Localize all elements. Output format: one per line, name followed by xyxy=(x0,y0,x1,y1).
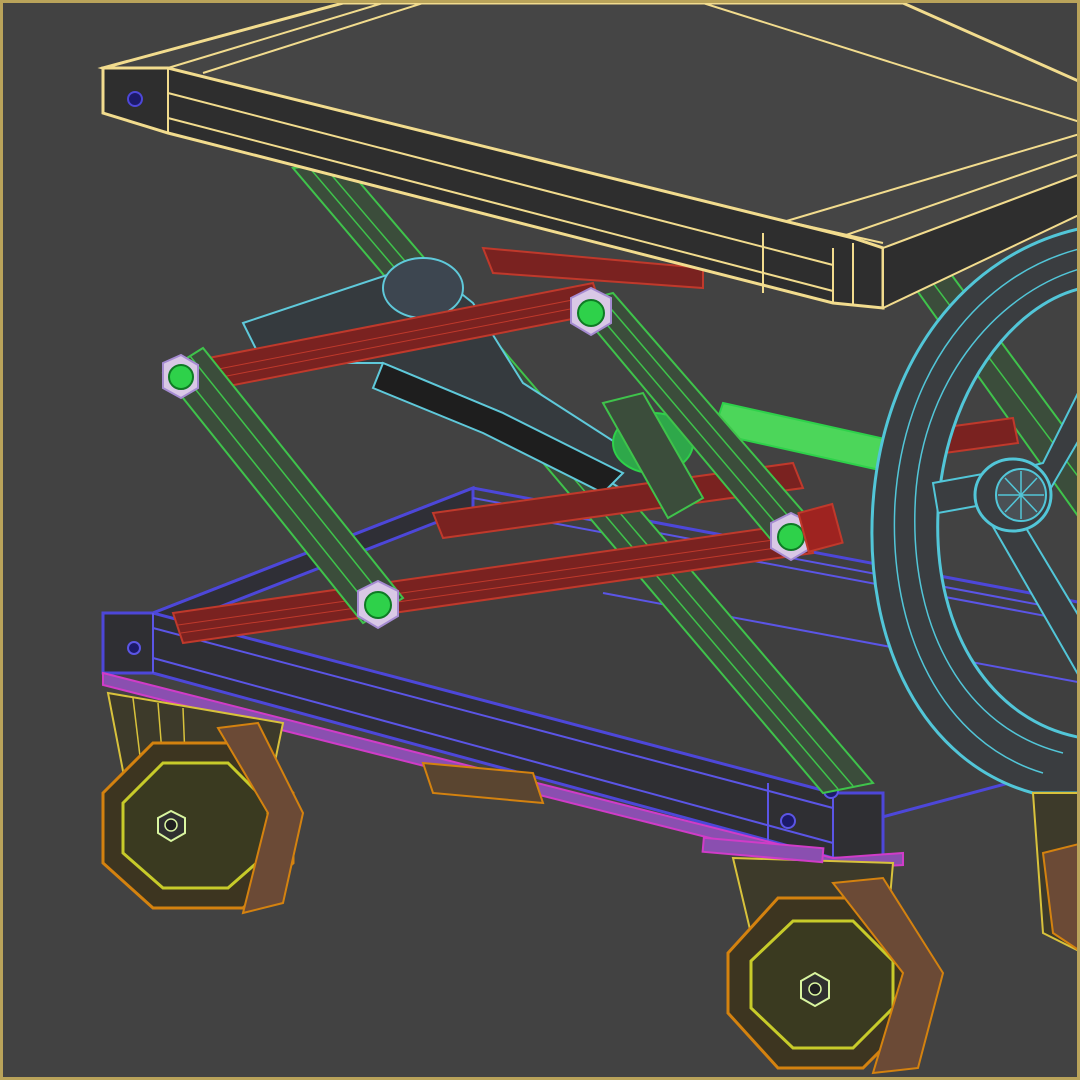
axle-nut-icon xyxy=(800,971,830,1008)
cylinder-end-cap xyxy=(382,257,464,319)
base-bolt-front-right xyxy=(780,813,796,829)
base-bolt-front-left xyxy=(127,641,141,655)
platform-bolt xyxy=(127,91,143,107)
pivot-bolt-icon xyxy=(162,353,199,400)
caster-front-left[interactable] xyxy=(101,691,305,915)
wheel-hub-icon xyxy=(973,457,1053,533)
wireframe-scene[interactable] xyxy=(3,3,1080,1080)
viewport-3d[interactable] xyxy=(0,0,1080,1080)
caster-wheel-inner xyxy=(121,761,270,890)
